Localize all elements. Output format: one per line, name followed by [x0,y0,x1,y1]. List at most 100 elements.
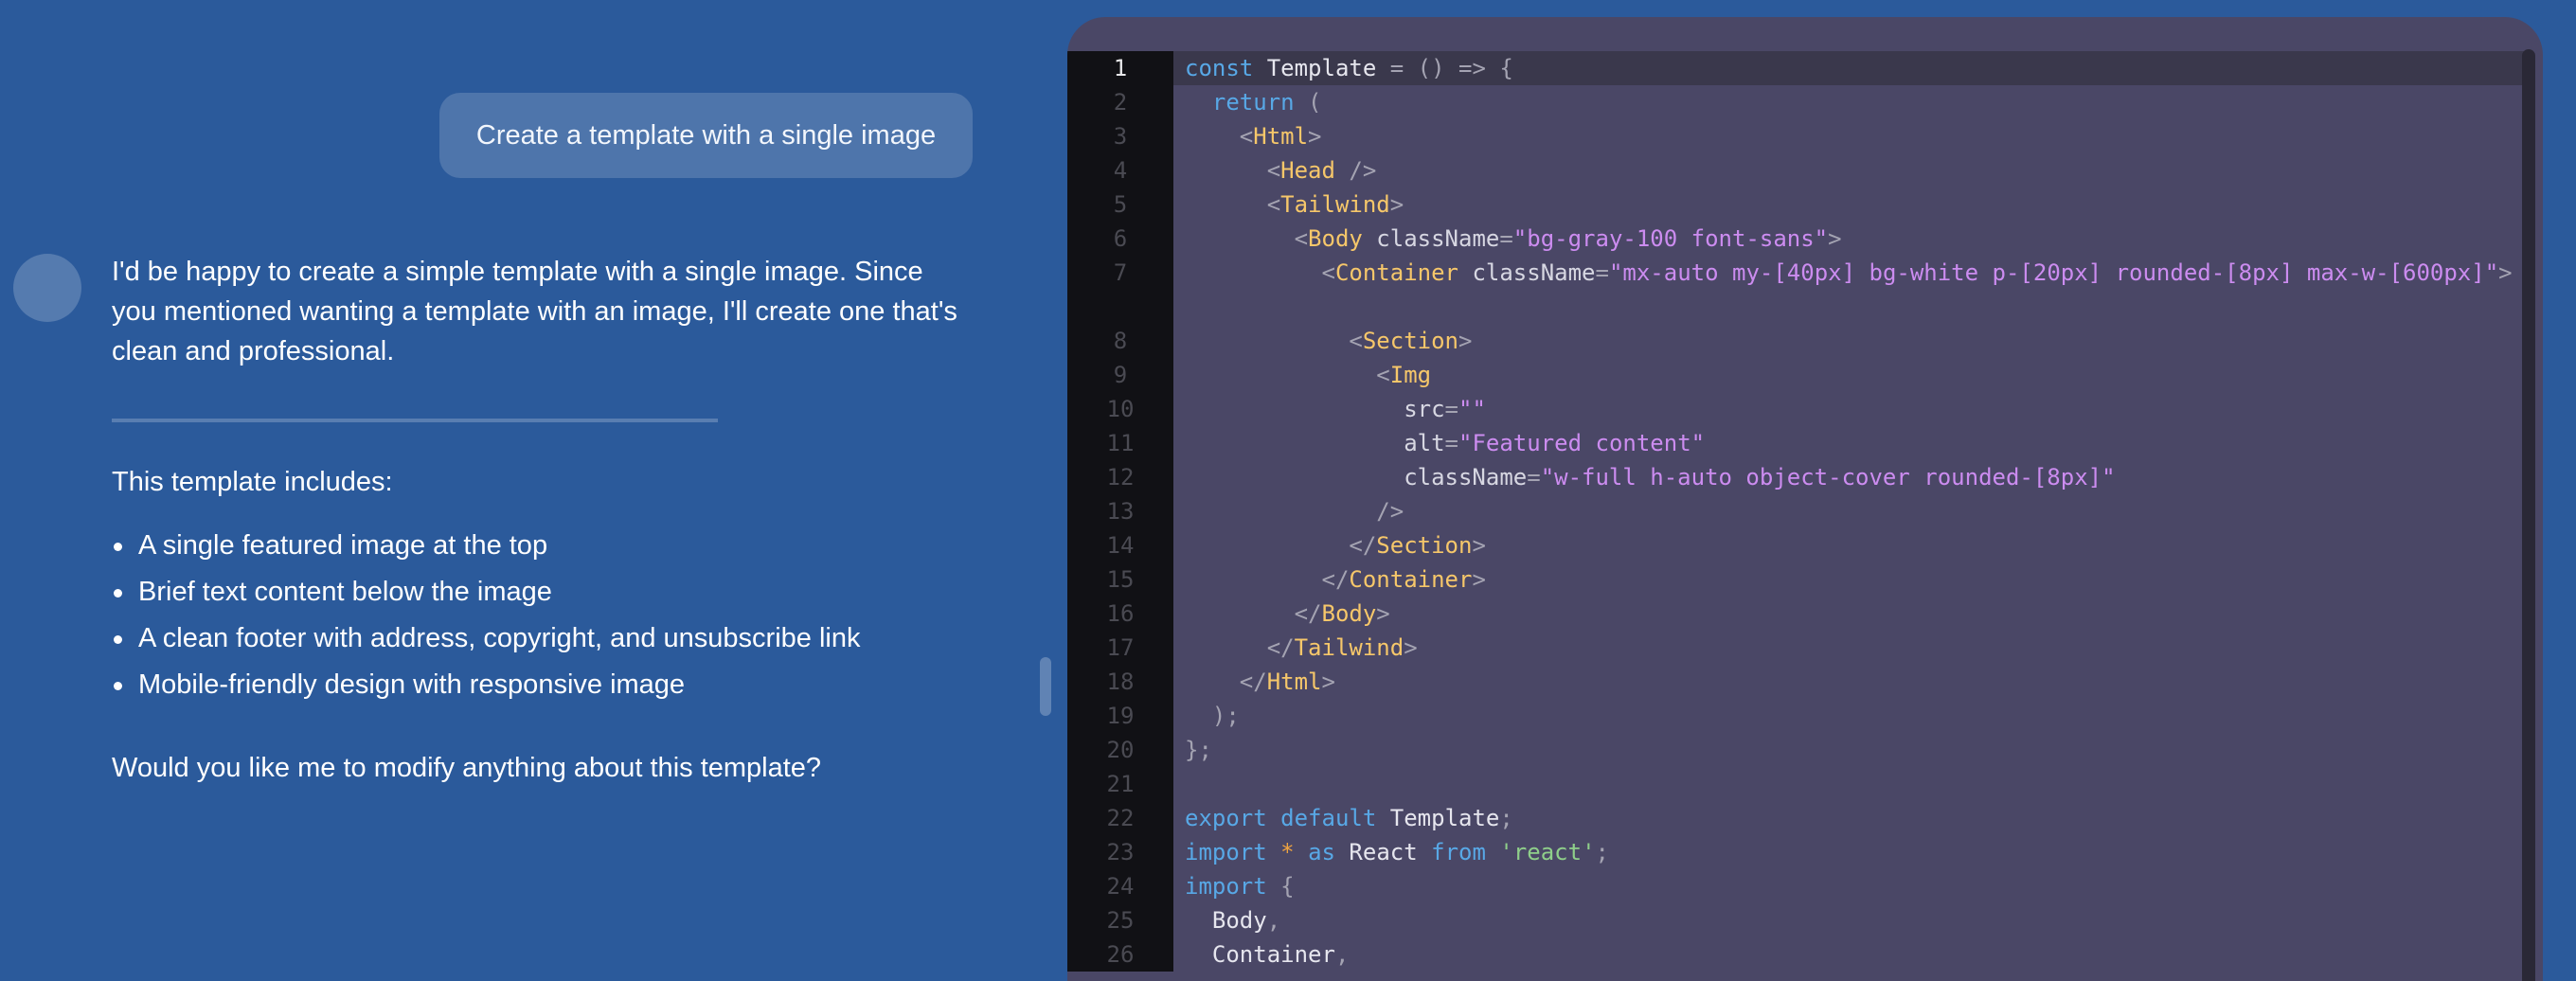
line-number: 16 [1067,597,1173,631]
code-editor[interactable]: 1 const Template = () => { 2 return ( 3 … [1067,17,2543,981]
code-line-text: </Html> [1173,665,2520,699]
code-token: > [1458,328,1473,354]
code-token: const [1185,55,1254,81]
code-token: "w-full h-auto object-cover rounded-[8px… [1540,464,2116,490]
code-line[interactable]: 6 <Body className="bg-gray-100 font-sans… [1067,222,2526,256]
code-line[interactable]: 20 }; [1067,733,2526,767]
line-number: 11 [1067,426,1173,460]
feature-list: A single featured image at the top Brief… [112,523,964,708]
code-line-text: alt="Featured content" [1173,426,2520,460]
code-token: > [1389,191,1404,218]
line-number: 23 [1067,835,1173,869]
code-token: = [1444,396,1458,422]
code-line-text: <Img [1173,358,2520,392]
code-line[interactable]: 21 [1067,767,2526,801]
code-line[interactable]: 13 /> [1067,494,2526,528]
line-number: 4 [1067,153,1173,187]
code-line[interactable]: 1 const Template = () => { [1067,51,2526,85]
code-token: return [1211,89,1295,116]
code-line-text: <Container className="mx-auto my-[40px] … [1173,256,2520,324]
code-token: { [1266,873,1295,900]
code-token: Head [1280,157,1335,184]
code-token: < [1349,328,1363,354]
code-token: = [1444,430,1458,456]
code-line-text: /> [1173,494,2520,528]
line-number: 10 [1067,392,1173,426]
code-token: </ [1349,532,1377,559]
code-token: export [1185,805,1267,831]
code-line[interactable]: 24 import { [1067,869,2526,903]
code-line-text: return ( [1173,85,2520,119]
feature-list-item: Mobile-friendly design with responsive i… [112,662,964,708]
code-token: </ [1266,634,1295,661]
code-line[interactable]: 8 <Section> [1067,324,2526,358]
code-token: className [1458,259,1596,286]
code-token: Html [1253,123,1309,150]
code-token: Container [1211,941,1335,968]
code-line[interactable]: 12 className="w-full h-auto object-cover… [1067,460,2526,494]
code-line-text: </Tailwind> [1173,631,2520,665]
code-token: = [1499,225,1513,252]
line-number: 6 [1067,222,1173,256]
panel-resize-handle[interactable] [1040,657,1051,716]
code-token: > [2498,259,2513,286]
code-area[interactable]: 1 const Template = () => { 2 return ( 3 … [1067,51,2526,972]
code-token: </ [1294,600,1322,627]
feature-list-item: A clean footer with address, copyright, … [112,615,964,662]
code-token: import [1185,873,1267,900]
code-token: className [1362,225,1500,252]
line-number: 13 [1067,494,1173,528]
code-token: * [1280,839,1295,865]
code-token: src [1404,396,1445,422]
code-line-text: import * as React from 'react'; [1173,835,2520,869]
code-line-text: <Tailwind> [1173,187,2520,222]
code-line-text: }; [1173,733,2520,767]
code-line[interactable]: 16 </Body> [1067,597,2526,631]
code-token: = [1595,259,1609,286]
line-number: 21 [1067,767,1173,801]
code-line[interactable]: 26 Container, [1067,937,2526,972]
code-line[interactable]: 15 </Container> [1067,562,2526,597]
code-line[interactable]: 2 return ( [1067,85,2526,119]
code-token: < [1266,191,1281,218]
includes-heading: This template includes: [112,467,393,497]
line-number: 9 [1067,358,1173,392]
code-line-text: <Html> [1173,119,2520,153]
code-line[interactable]: 19 ); [1067,699,2526,733]
code-line[interactable]: 10 src="" [1067,392,2526,426]
editor-scrollbar[interactable] [2522,49,2535,981]
code-line[interactable]: 25 Body, [1067,903,2526,937]
code-token: > [1472,566,1486,593]
code-line[interactable]: 18 </Html> [1067,665,2526,699]
code-token: < [1321,259,1335,286]
code-token: Body [1211,907,1267,934]
code-line[interactable]: 11 alt="Featured content" [1067,426,2526,460]
code-line[interactable]: 4 <Head /> [1067,153,2526,187]
code-token: Tailwind [1280,191,1390,218]
line-number: 15 [1067,562,1173,597]
code-line[interactable]: 17 </Tailwind> [1067,631,2526,665]
code-line-text: Container, [1173,937,2520,972]
code-line-text: </Container> [1173,562,2520,597]
code-token: < [1294,225,1309,252]
code-line[interactable]: 22 export default Template; [1067,801,2526,835]
code-token: = [1527,464,1541,490]
code-line[interactable]: 3 <Html> [1067,119,2526,153]
code-line[interactable]: 5 <Tailwind> [1067,187,2526,222]
code-token: /> [1376,498,1404,525]
line-number: 12 [1067,460,1173,494]
code-token: "bg-gray-100 font-sans" [1512,225,1829,252]
code-line[interactable]: 9 <Img [1067,358,2526,392]
line-number: 26 [1067,937,1173,972]
code-token: Tailwind [1294,634,1404,661]
line-number: 1 [1067,51,1173,85]
code-line[interactable]: 14 </Section> [1067,528,2526,562]
code-line[interactable]: 7 <Container className="mx-auto my-[40px… [1067,256,2526,324]
line-number: 20 [1067,733,1173,767]
code-line[interactable]: 23 import * as React from 'react'; [1067,835,2526,869]
code-token: className [1404,464,1528,490]
code-token: Container [1349,566,1473,593]
